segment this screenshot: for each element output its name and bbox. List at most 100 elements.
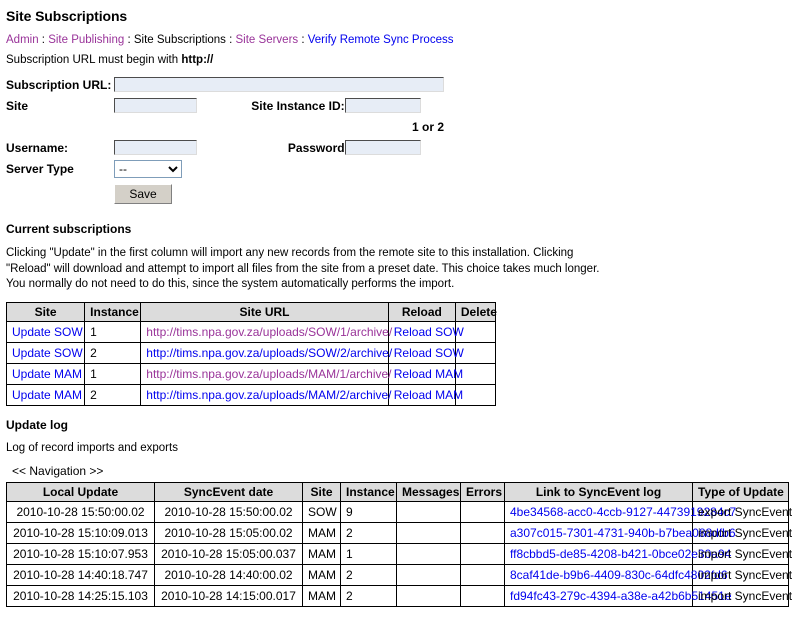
col-header-link-to-syncevent-log: Link to SyncEvent log <box>504 481 693 502</box>
username-input[interactable] <box>114 140 197 156</box>
subscription-url-input[interactable] <box>114 77 444 93</box>
subscription-url-cell <box>114 75 444 96</box>
server-type-cell: -- <box>114 159 444 180</box>
subscription-site-cell: Update SOW <box>5 341 86 364</box>
log-syncevent-link-cell: 8caf41de-b9b6-4409-830c-64dfc4802fd6 <box>504 563 728 586</box>
page-root: Site Subscriptions Admin : Site Publishi… <box>0 0 794 607</box>
log-syncevent-date-cell: 2010-10-28 15:05:00.037 <box>154 542 303 565</box>
table-row: 2010-10-28 15:10:09.013 2010-10-28 15:05:… <box>6 521 792 544</box>
update-log-description: Log of record imports and exports <box>6 441 178 454</box>
site-label: Site <box>6 98 29 113</box>
col-header-site-url: Site URL <box>140 301 389 322</box>
col-header-reload: Reload <box>387 301 456 322</box>
subscription-url-cell: http://tims.npa.gov.za/uploads/MAM/2/arc… <box>140 383 392 406</box>
update-log-header-row: Local Update SyncEvent date Site Instance Me… <box>6 481 789 502</box>
subscription-url-label: Subscription URL: <box>6 77 112 92</box>
reload-link[interactable]: Reload SOW <box>394 346 464 360</box>
form-row-hint: 1 or 2 <box>6 117 444 138</box>
navigation-control[interactable]: << Navigation >> <box>12 464 794 478</box>
note-protocol: http:// <box>181 54 214 66</box>
log-messages-cell <box>396 542 461 565</box>
update-site-link[interactable]: Update SOW <box>12 325 83 339</box>
password-input[interactable] <box>344 140 421 156</box>
log-site-cell: MAM <box>302 542 341 565</box>
update-site-link[interactable]: Update MAM <box>12 388 82 402</box>
current-subscriptions-heading: Current subscriptions <box>6 222 132 236</box>
log-type-of-update-cell: import SyncEvent <box>692 584 792 607</box>
log-errors-cell <box>460 500 505 523</box>
update-log-table: Local Update SyncEvent date Site Instance Me… <box>6 481 792 607</box>
log-site-cell: MAM <box>302 584 341 607</box>
site-instance-id-hint: 1 or 2 <box>411 119 444 134</box>
password-cell <box>344 138 444 159</box>
log-site-cell: MAM <box>302 521 341 544</box>
server-type-select[interactable]: -- <box>114 159 182 178</box>
col-header-site: Site <box>5 301 86 322</box>
subscription-url-link[interactable]: http://tims.npa.gov.za/uploads/SOW/2/arc… <box>146 346 392 360</box>
table-row: Update SOW 2 http://tims.npa.gov.za/upload… <box>5 341 497 364</box>
save-spacer <box>6 180 114 206</box>
reload-link[interactable]: Reload SOW <box>394 325 464 339</box>
subscription-url-link[interactable]: http://tims.npa.gov.za/uploads/SOW/1/arc… <box>146 325 392 339</box>
table-row: Update MAM 1 http://tims.npa.gov.za/upload… <box>5 362 497 385</box>
log-type-of-update-cell: import SyncEvent <box>692 563 792 586</box>
table-row: 2010-10-28 15:50:00.02 2010-10-28 15:50:0… <box>6 500 792 523</box>
col-header-delete: Delete <box>454 301 497 322</box>
log-local-update-cell: 2010-10-28 14:25:15.103 <box>6 584 155 607</box>
note-text: Subscription URL must begin with <box>6 54 182 66</box>
log-local-update-cell: 2010-10-28 15:10:07.953 <box>6 542 155 565</box>
breadcrumb-item-site-subscriptions: Site Subscriptions <box>133 34 226 46</box>
subscription-url-cell: http://tims.npa.gov.za/uploads/MAM/1/arc… <box>140 362 392 385</box>
update-site-link[interactable]: Update MAM <box>12 367 82 381</box>
log-syncevent-link-cell: a307c015-7301-4731-940b-b7bea088dfb6 <box>504 521 736 544</box>
subscription-reload-cell: Reload SOW <box>387 341 464 364</box>
reload-link[interactable]: Reload MAM <box>394 367 463 381</box>
update-log-heading: Update log <box>6 417 68 432</box>
username-cell <box>114 138 223 159</box>
save-cell: Save <box>114 180 444 206</box>
log-type-of-update-cell: import SyncEvent <box>692 542 792 565</box>
update-log-table-head: Local Update SyncEvent date Site Instance Me… <box>6 481 789 502</box>
syncevent-log-link[interactable]: 8caf41de-b9b6-4409-830c-64dfc4802fd6 <box>510 568 728 582</box>
subscription-reload-cell: Reload SOW <box>387 320 464 343</box>
subscriptions-header-row: Site Instance Site URL Reload Delete <box>5 301 497 322</box>
update-site-link[interactable]: Update SOW <box>12 346 83 360</box>
form-row-credentials: Username: Password <box>6 138 444 159</box>
spacer-after-form <box>6 206 794 222</box>
log-instance-cell: 2 <box>340 563 397 586</box>
log-local-update-cell: 2010-10-28 14:40:18.747 <box>6 563 155 586</box>
col-header-type-of-update: Type of Update <box>692 481 789 502</box>
current-subscriptions-description: Clicking "Update" in the first column wi… <box>6 247 600 291</box>
log-instance-cell: 2 <box>340 584 397 607</box>
log-instance-cell: 2 <box>340 521 397 544</box>
breadcrumb-separator: : <box>298 34 308 46</box>
col-header-local-update: Local Update <box>6 481 155 502</box>
subscription-url-link[interactable]: http://tims.npa.gov.za/uploads/MAM/2/arc… <box>146 388 391 402</box>
breadcrumb-item-site-publishing[interactable]: Site Publishing <box>48 34 124 46</box>
reload-link[interactable]: Reload MAM <box>394 388 463 402</box>
log-messages-cell <box>396 521 461 544</box>
log-syncevent-link-cell: fd94fc43-279c-4394-a38e-a42b6b51451e <box>504 584 732 607</box>
subscription-site-cell: Update MAM <box>5 383 86 406</box>
breadcrumb-item-verify-remote-sync-process[interactable]: Verify Remote Sync Process <box>308 34 454 46</box>
site-instance-id-input[interactable] <box>344 98 421 114</box>
subscription-reload-cell: Reload MAM <box>387 362 463 385</box>
log-local-update-cell: 2010-10-28 15:50:00.02 <box>6 500 155 523</box>
subscription-url-cell: http://tims.npa.gov.za/uploads/SOW/1/arc… <box>140 320 392 343</box>
subscription-url-link[interactable]: http://tims.npa.gov.za/uploads/MAM/1/arc… <box>146 367 391 381</box>
table-row: 2010-10-28 14:25:15.103 2010-10-28 14:15:… <box>6 584 792 607</box>
site-cell <box>114 96 223 117</box>
log-instance-cell: 1 <box>340 542 397 565</box>
save-button[interactable]: Save <box>114 184 172 204</box>
log-type-of-update-cell: import SyncEvent <box>692 521 792 544</box>
breadcrumb-separator: : <box>124 34 134 46</box>
subscription-site-cell: Update SOW <box>5 320 86 343</box>
subscriptions-table-body: Update SOW 1 http://tims.npa.gov.za/upload… <box>5 320 497 406</box>
log-syncevent-date-cell: 2010-10-28 14:40:00.02 <box>154 563 303 586</box>
breadcrumb-item-admin[interactable]: Admin <box>6 34 39 46</box>
log-instance-cell: 9 <box>340 500 397 523</box>
site-input[interactable] <box>114 98 197 114</box>
breadcrumb-item-site-servers[interactable]: Site Servers <box>236 34 299 46</box>
subscription-form: Subscription URL: Site Site Instance ID:… <box>6 75 444 206</box>
log-local-update-cell: 2010-10-28 15:10:09.013 <box>6 521 155 544</box>
